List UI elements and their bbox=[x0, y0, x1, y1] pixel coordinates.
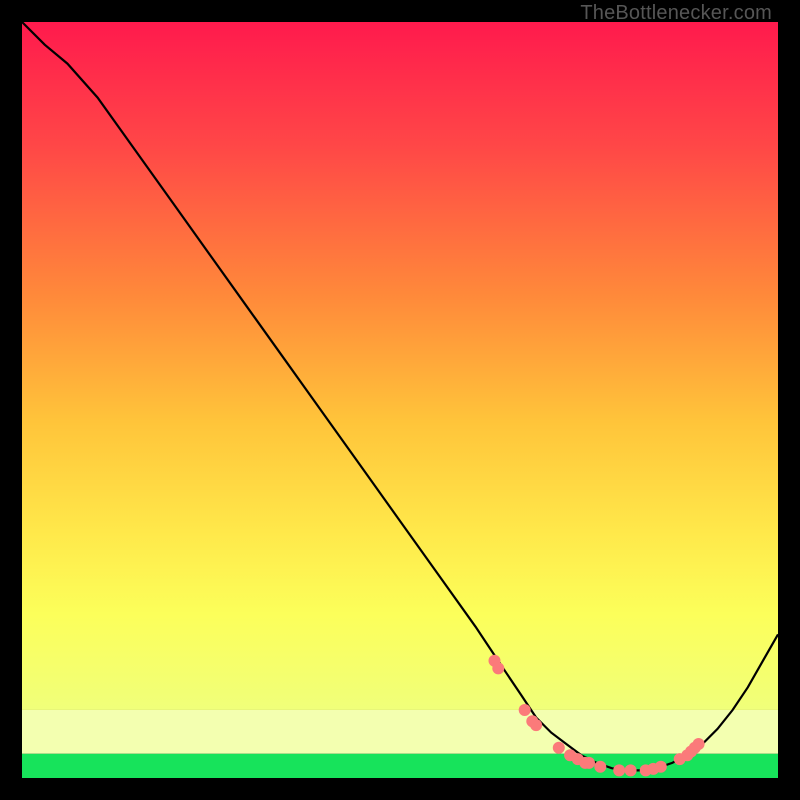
data-point bbox=[693, 738, 705, 750]
warning-band bbox=[22, 710, 778, 754]
data-point bbox=[492, 662, 504, 674]
bottleneck-curve-chart bbox=[22, 22, 778, 778]
data-point bbox=[553, 742, 565, 754]
watermark-text: TheBottlenecker.com bbox=[580, 2, 772, 25]
data-point bbox=[583, 757, 595, 769]
data-point bbox=[530, 719, 542, 731]
chart-frame bbox=[22, 22, 778, 778]
data-point bbox=[519, 704, 531, 716]
data-point bbox=[594, 761, 606, 773]
data-point bbox=[613, 764, 625, 776]
data-point bbox=[625, 764, 637, 776]
data-point bbox=[655, 761, 667, 773]
gradient-background bbox=[22, 22, 778, 710]
